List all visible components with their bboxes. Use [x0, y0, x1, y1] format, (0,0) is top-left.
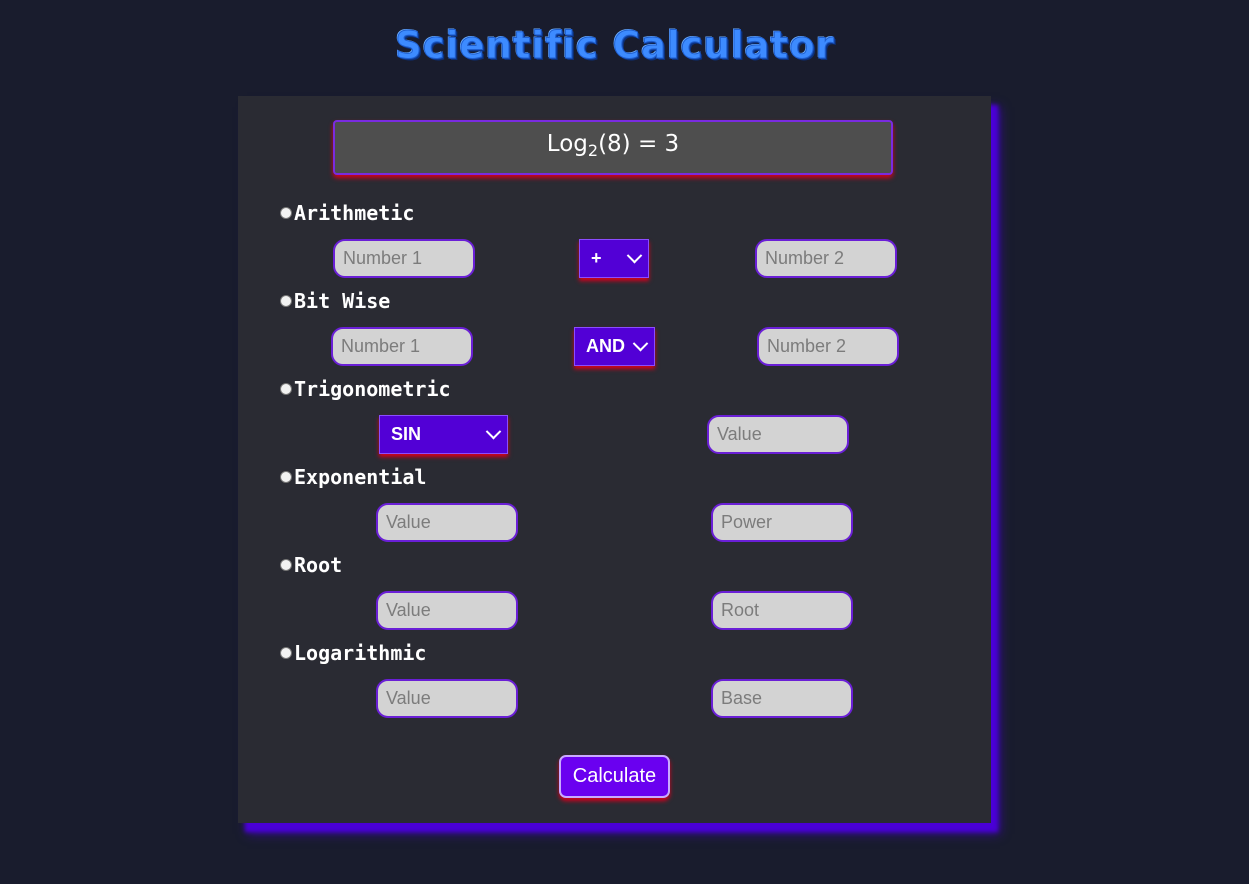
exponential-radio[interactable] — [280, 471, 292, 483]
exponential-label: Exponential — [294, 465, 427, 489]
logarithmic-row[interactable]: Logarithmic — [280, 641, 426, 665]
root-degree-input[interactable] — [711, 591, 853, 630]
arithmetic-number1-input[interactable] — [333, 239, 475, 278]
logarithmic-value-input[interactable] — [376, 679, 518, 718]
trigonometric-radio[interactable] — [280, 383, 292, 395]
exponential-power-input[interactable] — [711, 503, 853, 542]
arithmetic-number2-input[interactable] — [755, 239, 897, 278]
root-label: Root — [294, 553, 343, 577]
logarithmic-radio[interactable] — [280, 647, 292, 659]
arithmetic-radio[interactable] — [280, 207, 292, 219]
bitwise-operator-value: AND — [586, 336, 625, 356]
arithmetic-label: Arithmetic — [294, 201, 415, 225]
arithmetic-row[interactable]: Arithmetic — [280, 201, 414, 225]
arithmetic-operator-select[interactable]: + — [579, 239, 649, 278]
bitwise-operator-select[interactable]: AND — [574, 327, 655, 366]
chevron-down-icon — [632, 335, 649, 352]
page-title: Scientific Calculator — [395, 24, 835, 68]
trigonometric-function-select[interactable]: SIN — [379, 415, 508, 454]
exponential-value-input[interactable] — [376, 503, 518, 542]
root-radio[interactable] — [280, 559, 292, 571]
calculator-panel: Log2(8) = 3 Arithmetic + Bit Wise AND Tr… — [238, 96, 991, 823]
bitwise-radio[interactable] — [280, 295, 292, 307]
chevron-down-icon — [485, 423, 502, 440]
display-base: 2 — [587, 141, 599, 160]
trigonometric-function-value: SIN — [391, 424, 422, 444]
logarithmic-label: Logarithmic — [294, 641, 427, 665]
chevron-down-icon — [626, 247, 643, 264]
trigonometric-row[interactable]: Trigonometric — [280, 377, 451, 401]
trigonometric-label: Trigonometric — [294, 377, 451, 401]
display-expression: (8) = 3 — [598, 131, 680, 157]
calculate-button[interactable]: Calculate — [559, 755, 670, 798]
bitwise-number2-input[interactable] — [757, 327, 899, 366]
bitwise-label: Bit Wise — [294, 289, 391, 313]
result-display: Log2(8) = 3 — [333, 120, 893, 175]
arithmetic-operator-value: + — [591, 248, 602, 268]
display-function: Log — [546, 131, 588, 157]
bitwise-number1-input[interactable] — [331, 327, 473, 366]
root-value-input[interactable] — [376, 591, 518, 630]
bitwise-row[interactable]: Bit Wise — [280, 289, 390, 313]
logarithmic-base-input[interactable] — [711, 679, 853, 718]
exponential-row[interactable]: Exponential — [280, 465, 426, 489]
root-row[interactable]: Root — [280, 553, 342, 577]
trigonometric-value-input[interactable] — [707, 415, 849, 454]
